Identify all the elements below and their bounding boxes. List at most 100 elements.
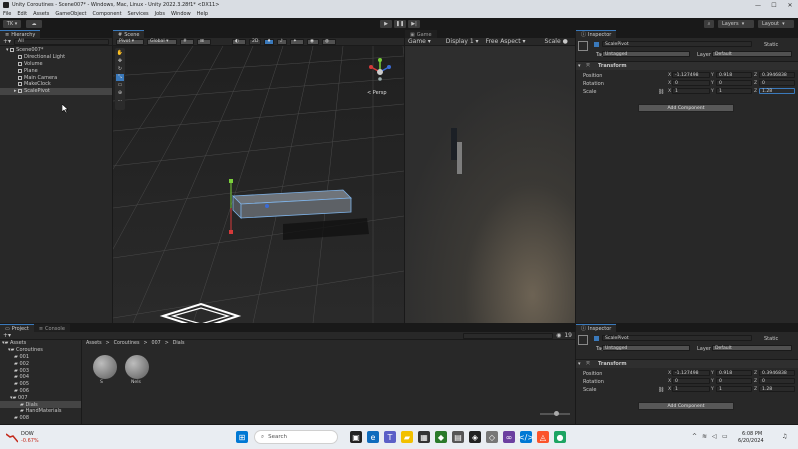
vscode-icon[interactable]: </>	[518, 431, 534, 443]
tree-item[interactable]: ▾ ▰ 007	[0, 394, 81, 401]
scale-z-field[interactable]: 1.28	[759, 386, 795, 392]
layers-dropdown[interactable]: Layers ▾	[718, 20, 754, 28]
menu-services[interactable]: Services	[128, 11, 149, 17]
scale-slider[interactable]: Scale ●	[545, 38, 568, 45]
tray-chevron-icon[interactable]: ^	[692, 433, 697, 440]
tab-inspector[interactable]: ⓘ Inspector	[576, 30, 617, 38]
tree-item[interactable]: ▰ 006	[0, 388, 81, 395]
hierarchy-item[interactable]: Volume	[6, 61, 112, 68]
object-name-field[interactable]: ScalePivot	[602, 41, 752, 47]
effects-toggle[interactable]: ✦	[290, 38, 304, 45]
taskbar-search-box[interactable]: ⌕ Search	[254, 430, 338, 444]
tab-game[interactable]: ▣ Game	[405, 30, 437, 38]
shading-mode-button[interactable]: ◐	[232, 38, 246, 45]
snap-increment-button[interactable]: ⊞	[197, 38, 211, 45]
collapse-icon[interactable]: ▾	[578, 63, 581, 69]
tree-item[interactable]: ▰ 001	[0, 354, 81, 361]
asset-thumbnail[interactable]	[93, 355, 117, 379]
layer-dropdown[interactable]: Default	[712, 345, 792, 351]
menu-component[interactable]: Component	[93, 11, 122, 17]
app-icon[interactable]: ▤	[452, 431, 464, 443]
global-dropdown[interactable]: Global ▾	[147, 38, 177, 45]
cloud-button[interactable]: ☁	[26, 20, 42, 28]
tree-item[interactable]: ▰ 003	[0, 367, 81, 374]
tab-project[interactable]: ▭ Project	[0, 324, 34, 332]
tab-inspector[interactable]: ⓘ Inspector	[576, 324, 617, 332]
add-icon[interactable]: +▾	[3, 38, 11, 45]
create-icon[interactable]: +▾	[3, 332, 11, 339]
transform-tool-icon[interactable]: ⊕	[116, 90, 124, 97]
close-button[interactable]: ✕	[782, 0, 798, 10]
hierarchy-search-input[interactable]: All	[14, 38, 109, 45]
scene-viewport[interactable]	[113, 46, 404, 323]
position-x-field[interactable]: -1.127498	[672, 72, 710, 78]
menu-help[interactable]: Help	[197, 11, 208, 17]
slider-handle[interactable]	[554, 411, 559, 416]
position-z-field[interactable]: 0.3946838	[759, 72, 795, 78]
hierarchy-item[interactable]: Main Camera	[6, 74, 112, 81]
task-view-icon[interactable]: ▣	[350, 431, 362, 443]
rotation-z-field[interactable]: 0	[759, 378, 795, 384]
rotation-x-field[interactable]: 0	[672, 378, 710, 384]
display-dropdown[interactable]: Display 1 ▾	[446, 38, 479, 45]
menu-window[interactable]: Window	[171, 11, 191, 17]
hidden-objects-toggle[interactable]: ◉	[307, 38, 319, 45]
menu-assets[interactable]: Assets	[33, 11, 49, 17]
active-checkbox[interactable]	[594, 42, 599, 47]
eye-icon[interactable]: ◉	[556, 332, 561, 339]
scale-z-field[interactable]: 1.28	[759, 88, 795, 94]
rotation-z-field[interactable]: 0	[759, 80, 795, 86]
custom-tool-icon[interactable]: ⋯	[116, 98, 124, 105]
notification-bell-icon[interactable]: ♫	[782, 433, 787, 440]
brave-browser-icon[interactable]: ◬	[537, 431, 549, 443]
maximize-button[interactable]: ☐	[766, 0, 782, 10]
play-button[interactable]: ▶	[380, 20, 392, 28]
move-tool-icon[interactable]: ✥	[116, 58, 124, 65]
hierarchy-item[interactable]: MakeClock	[6, 81, 112, 88]
object-name-field[interactable]: ScalePivot	[602, 335, 752, 341]
constrain-proportions-icon[interactable]: ⛓	[658, 387, 664, 393]
scale-x-field[interactable]: 1	[672, 88, 710, 94]
teams-icon[interactable]: T	[384, 431, 396, 443]
tab-console[interactable]: ≡ Console	[33, 324, 70, 332]
tree-item[interactable]: ▰ 008	[0, 415, 81, 422]
unity-hub-icon[interactable]: ◈	[469, 431, 481, 443]
position-y-field[interactable]: 0.918	[716, 370, 752, 376]
wifi-icon[interactable]: ≋	[702, 433, 707, 440]
pivot-dropdown[interactable]: Pivot ▾	[116, 38, 144, 45]
audio-toggle[interactable]: ♪	[277, 38, 287, 45]
scale-y-field[interactable]: 1	[716, 88, 752, 94]
scale-tool-icon[interactable]: ⤡	[116, 74, 124, 81]
game-viewport[interactable]	[405, 46, 575, 323]
gizmos-dropdown[interactable]: ◍	[322, 38, 336, 45]
position-z-field[interactable]: 0.3946838	[759, 370, 795, 376]
scale-y-field[interactable]: 1	[716, 386, 752, 392]
hierarchy-item[interactable]: Plane	[6, 67, 112, 74]
menu-jobs[interactable]: Jobs	[155, 11, 165, 17]
unity-editor-icon[interactable]: ◇	[486, 431, 498, 443]
project-search-input[interactable]	[463, 332, 554, 339]
tree-item[interactable]: ▾ ▰ Assets	[0, 340, 81, 347]
hand-tool-icon[interactable]: ✋	[116, 50, 124, 57]
search-button[interactable]: ⌕	[704, 20, 714, 28]
tree-item[interactable]: ▾ ▰ Coroutines	[0, 347, 81, 354]
lighting-toggle[interactable]: ♦	[264, 38, 274, 45]
transform-header[interactable]: ▾ ⤧ Transform	[576, 61, 798, 70]
rotation-y-field[interactable]: 0	[716, 378, 752, 384]
file-explorer-icon[interactable]: ▰	[401, 431, 413, 443]
tree-item[interactable]: ▰ 002	[0, 360, 81, 367]
stock-widget[interactable]	[5, 431, 19, 443]
breadcrumb-item[interactable]: Coroutines	[114, 341, 140, 348]
layout-dropdown[interactable]: Layout ▾	[758, 20, 794, 28]
step-button[interactable]: ▶|	[408, 20, 420, 28]
menu-file[interactable]: File	[3, 11, 11, 17]
visual-studio-icon[interactable]: ∞	[503, 431, 515, 443]
tree-item-selected[interactable]: ▰ Dials	[0, 401, 81, 408]
minimize-button[interactable]: —	[750, 0, 766, 10]
breadcrumb-item[interactable]: 007	[152, 341, 161, 348]
chrome-icon[interactable]: ●	[554, 431, 566, 443]
hierarchy-item-selected[interactable]: ▸ ScalePivot	[0, 87, 112, 95]
active-checkbox[interactable]	[594, 336, 599, 341]
tab-hierarchy[interactable]: ≡ Hierarchy	[0, 30, 41, 38]
account-button[interactable]: TK ▾	[3, 20, 21, 28]
